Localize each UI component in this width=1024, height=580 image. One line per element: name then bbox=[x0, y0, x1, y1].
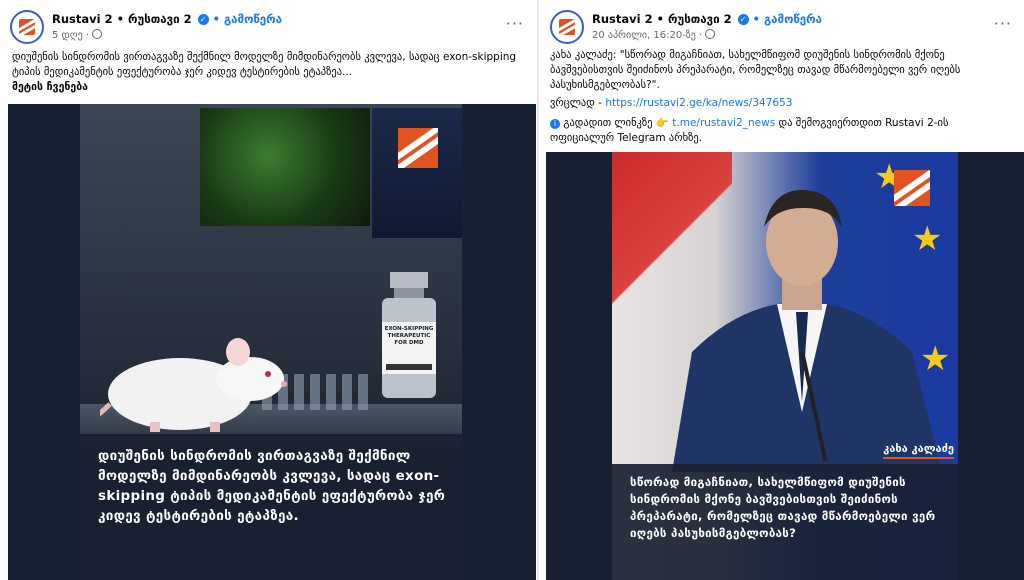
post-time[interactable]: 5 დღე · bbox=[52, 30, 89, 41]
speaker-name-tag: კახა კალაძე bbox=[883, 442, 954, 459]
post-image[interactable]: EXON-SKIPPING THERAPEUTIC FOR DMD დიუშენ… bbox=[8, 104, 536, 580]
vial-label: EXON-SKIPPING THERAPEUTIC FOR DMD bbox=[384, 326, 434, 346]
post-time[interactable]: 20 აპრილი, 16:20-ზე · bbox=[592, 30, 702, 41]
post-text: კახა კალაძე: "სწორად მიგაჩნიათ, სახელმწი… bbox=[550, 48, 1014, 93]
caption-box: სწორად მიგაჩნიათ, სახელმწიფომ დიუშენის ს… bbox=[612, 464, 958, 580]
detail-label: ვრცლად - bbox=[550, 97, 602, 109]
rustavi2-logo-icon bbox=[19, 19, 35, 35]
follow-button[interactable]: • გამოწერა bbox=[753, 12, 822, 26]
verified-icon: ✓ bbox=[197, 14, 209, 25]
page-name[interactable]: Rustavi 2 • რუსთავი 2 bbox=[592, 12, 732, 26]
posts-divider bbox=[537, 0, 539, 580]
post-left: Rustavi 2 • რუსთავი 2 ✓ • გამოწერა 5 დღე… bbox=[0, 0, 536, 580]
more-options-icon[interactable]: ··· bbox=[506, 14, 524, 33]
rustavi2-logo-icon bbox=[559, 19, 575, 35]
post-header: Rustavi 2 • რუსთავი 2 ✓ • გამოწერა 5 დღე… bbox=[10, 10, 526, 46]
telegram-prefix: გადადით ლინკზე bbox=[563, 117, 653, 129]
page-avatar[interactable] bbox=[550, 10, 584, 44]
telegram-line: i გადადით ლინკზე 👉 t.me/rustavi2_news და… bbox=[550, 116, 1014, 146]
verified-icon: ✓ bbox=[737, 14, 749, 25]
globe-icon bbox=[705, 29, 716, 39]
follow-button[interactable]: • გამოწერა bbox=[213, 12, 282, 26]
post-image[interactable]: ★ ★ ★ კახა კალაძე სწორად მიგაჩნიათ, სახე… bbox=[546, 152, 1024, 580]
monitor-screen bbox=[200, 108, 370, 226]
post-body: დიუშენის სინდრომის ვირთაგვაზე შექმნილ მო… bbox=[12, 51, 517, 78]
image-caption: დიუშენის სინდრომის ვირთაგვაზე შექმნილ მო… bbox=[98, 448, 446, 524]
post-meta: 5 დღე · bbox=[52, 29, 103, 41]
info-icon: i bbox=[550, 119, 560, 129]
more-options-icon[interactable]: ··· bbox=[994, 14, 1012, 33]
telegram-link[interactable]: t.me/rustavi2_news bbox=[672, 117, 775, 129]
speaker-person bbox=[672, 190, 942, 472]
post-meta: 20 აპრილი, 16:20-ზე · bbox=[592, 29, 716, 41]
white-rat bbox=[100, 338, 287, 432]
speaker-photo: ★ ★ ★ კახა კალაძე სწორად მიგაჩნიათ, სახე… bbox=[612, 152, 958, 580]
post-body: კახა კალაძე: "სწორად მიგაჩნიათ, სახელმწი… bbox=[550, 49, 961, 91]
post-header: Rustavi 2 • რუსთავი 2 ✓ • გამოწერა 20 აპ… bbox=[550, 10, 1014, 46]
page-name-line: Rustavi 2 • რუსთავი 2 ✓ • გამოწერა bbox=[592, 12, 822, 26]
globe-icon bbox=[92, 29, 103, 39]
lab-rat-photo: EXON-SKIPPING THERAPEUTIC FOR DMD დიუშენ… bbox=[80, 104, 462, 580]
caption-box: დიუშენის სინდრომის ვირთაგვაზე შექმნილ მო… bbox=[80, 434, 462, 580]
pointing-hand-icon: 👉 bbox=[655, 117, 669, 129]
post-right: Rustavi 2 • რუსთავი 2 ✓ • გამოწერა 20 აპ… bbox=[540, 0, 1024, 580]
rustavi2-brand-icon bbox=[398, 128, 438, 168]
detail-link[interactable]: https://rustavi2.ge/ka/news/347653 bbox=[605, 97, 792, 109]
detail-line: ვრცლად - https://rustavi2.ge/ka/news/347… bbox=[550, 96, 1014, 111]
page-name-line: Rustavi 2 • რუსთავი 2 ✓ • გამოწერა bbox=[52, 12, 282, 26]
post-text: დიუშენის სინდრომის ვირთაგვაზე შექმნილ მო… bbox=[12, 50, 524, 95]
image-caption: სწორად მიგაჩნიათ, სახელმწიფომ დიუშენის ს… bbox=[630, 475, 936, 540]
page-name[interactable]: Rustavi 2 • რუსთავი 2 bbox=[52, 12, 192, 26]
see-more-link[interactable]: მეტის ჩვენება bbox=[12, 81, 88, 93]
page-avatar[interactable] bbox=[10, 10, 44, 44]
